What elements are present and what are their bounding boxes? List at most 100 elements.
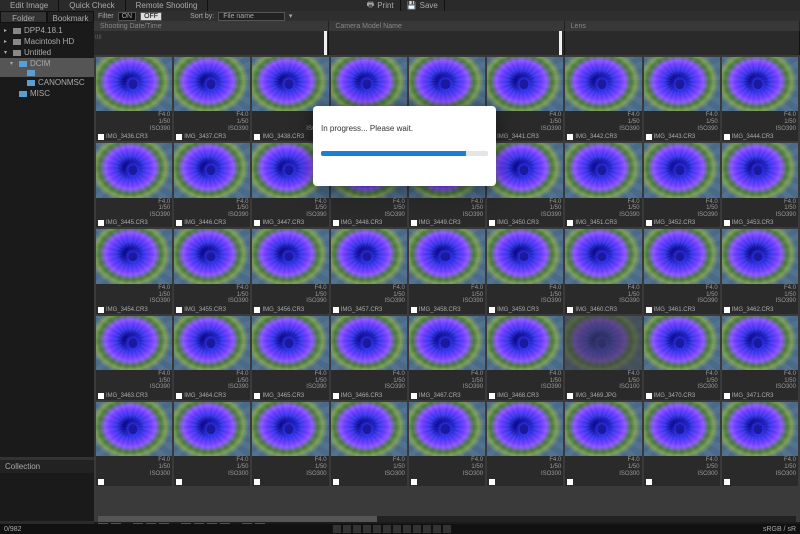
checkbox-icon[interactable]	[646, 479, 652, 485]
tree-item[interactable]: CANONMSC	[0, 77, 94, 88]
checkbox-icon[interactable]	[411, 479, 417, 485]
thumbnail[interactable]: F4.01/50ISO390IMG_3464.CR3	[174, 316, 250, 400]
tab-folder[interactable]: Folder	[0, 11, 47, 23]
checkbox-icon[interactable]	[333, 393, 339, 399]
checkbox-icon[interactable]	[724, 220, 730, 226]
thumbnail[interactable]: F4.01/50ISO390IMG_3441.CR3	[487, 57, 563, 141]
checkbox-icon[interactable]	[567, 307, 573, 313]
checkbox-icon[interactable]	[567, 220, 573, 226]
thumbnail[interactable]: F4.01/50ISO300	[331, 402, 407, 486]
thumbnail[interactable]: F4.01/50ISO390IMG_3460.CR3	[565, 229, 641, 313]
tree-item[interactable]: ▾DCIM	[0, 58, 94, 69]
thumbnail[interactable]: F4.01/50ISO390IMG_3455.CR3	[174, 229, 250, 313]
thumbnail[interactable]: F4.01/50ISO390IMG_3457.CR3	[331, 229, 407, 313]
thumbnail[interactable]: F4.01/50ISO390IMG_3451.CR3	[565, 143, 641, 227]
checkbox-icon[interactable]	[254, 393, 260, 399]
checkbox-icon[interactable]	[98, 220, 104, 226]
checkbox-icon[interactable]	[411, 220, 417, 226]
sort-col-lens[interactable]: Lens	[565, 21, 800, 31]
tree-item[interactable]: ▾Untitled	[0, 47, 94, 58]
thumbnail[interactable]: F4.01/50ISO390IMG_3468.CR3	[487, 316, 563, 400]
thumbnail[interactable]: F4.01/50ISO390IMG_3454.CR3	[96, 229, 172, 313]
thumbnail[interactable]: F4.01/50ISO300IMG_3471.CR3	[722, 316, 798, 400]
checkbox-icon[interactable]	[646, 393, 652, 399]
filter-off-toggle[interactable]: OFF	[140, 12, 162, 21]
print-button[interactable]: 🖶Print	[361, 0, 401, 11]
checkbox-icon[interactable]	[724, 479, 730, 485]
checkbox-icon[interactable]	[333, 307, 339, 313]
checkbox-icon[interactable]	[646, 307, 652, 313]
thumbnail[interactable]: F4.01/50ISO390IMG_3458.CR3	[409, 229, 485, 313]
edit-image-button[interactable]: Edit Image	[0, 0, 59, 11]
checkbox-icon[interactable]	[98, 307, 104, 313]
thumbnail[interactable]: F4.01/50ISO390IMG_3456.CR3	[252, 229, 328, 313]
remote-shooting-button[interactable]: Remote Shooting	[126, 0, 209, 11]
tree-item[interactable]: MISC	[0, 88, 94, 99]
checkbox-icon[interactable]	[176, 307, 182, 313]
tree-item[interactable]: ▸Macintosh HD	[0, 36, 94, 47]
thumbnail[interactable]: F4.01/50ISO390IMG_3459.CR3	[487, 229, 563, 313]
sort-dropdown-arrow-icon[interactable]: ▾	[289, 12, 293, 20]
checkbox-icon[interactable]	[489, 479, 495, 485]
thumbnail[interactable]: F4.01/50ISO390IMG_3462.CR3	[722, 229, 798, 313]
thumbnail[interactable]: F4.01/50ISO390IMG_3436.CR3	[96, 57, 172, 141]
thumbnail[interactable]: F4.01/50ISO390IMG_3453.CR3	[722, 143, 798, 227]
checkbox-icon[interactable]	[98, 479, 104, 485]
thumbnail[interactable]: F4.01/50ISO300	[174, 402, 250, 486]
checkbox-icon[interactable]	[254, 220, 260, 226]
checkbox-icon[interactable]	[254, 479, 260, 485]
thumbnail[interactable]: F4.01/50ISO390IMG_3442.CR3	[565, 57, 641, 141]
checkbox-icon[interactable]	[176, 134, 182, 140]
thumbnail[interactable]: F4.01/50ISO300	[409, 402, 485, 486]
sort-col-date[interactable]: Shooting Date/Time	[94, 21, 329, 31]
thumbnail[interactable]: F4.01/50ISO390IMG_3461.CR3	[644, 229, 720, 313]
quick-check-button[interactable]: Quick Check	[59, 0, 125, 11]
checkbox-icon[interactable]	[567, 134, 573, 140]
thumbnail[interactable]: F4.01/50ISO300	[722, 402, 798, 486]
checkbox-icon[interactable]	[724, 393, 730, 399]
checkbox-icon[interactable]	[176, 393, 182, 399]
thumbnail[interactable]: F4.01/50ISO390IMG_3446.CR3	[174, 143, 250, 227]
checkbox-icon[interactable]	[98, 393, 104, 399]
checkbox-icon[interactable]	[646, 134, 652, 140]
filter-on-toggle[interactable]: ON	[118, 12, 137, 21]
checkbox-icon[interactable]	[254, 307, 260, 313]
thumbnail[interactable]: F4.01/50ISO390IMG_3465.CR3	[252, 316, 328, 400]
checkbox-icon[interactable]	[333, 220, 339, 226]
thumbnail[interactable]: F4.01/50ISO390IMG_3450.CR3	[487, 143, 563, 227]
checkbox-icon[interactable]	[254, 134, 260, 140]
checkbox-icon[interactable]	[411, 393, 417, 399]
thumbnail[interactable]: F4.01/50ISO300	[96, 402, 172, 486]
tab-bookmark[interactable]: Bookmark	[47, 11, 94, 23]
thumbnail[interactable]: F4.01/50ISO300	[565, 402, 641, 486]
thumbnail[interactable]: F4.01/50ISO390IMG_3463.CR3	[96, 316, 172, 400]
checkbox-icon[interactable]	[724, 307, 730, 313]
thumbnail[interactable]: F4.01/50ISO390IMG_3437.CR3	[174, 57, 250, 141]
checkbox-icon[interactable]	[489, 220, 495, 226]
thumbnail[interactable]: F4.01/50ISO100IMG_3469.JPG	[565, 316, 641, 400]
tree-item[interactable]: ▸DPP4.18.1	[0, 25, 94, 36]
sort-dropdown[interactable]: File name	[218, 12, 285, 21]
thumbnail[interactable]: F4.01/50ISO300IMG_3470.CR3	[644, 316, 720, 400]
checkbox-icon[interactable]	[724, 134, 730, 140]
thumbnail[interactable]: F4.01/50ISO390IMG_3452.CR3	[644, 143, 720, 227]
sort-col-camera[interactable]: Camera Model Name	[329, 21, 564, 31]
checkbox-icon[interactable]	[567, 393, 573, 399]
checkbox-icon[interactable]	[98, 134, 104, 140]
thumbnail[interactable]: F4.01/50ISO390IMG_3466.CR3	[331, 316, 407, 400]
checkbox-icon[interactable]	[176, 220, 182, 226]
checkbox-icon[interactable]	[489, 307, 495, 313]
thumbnail[interactable]: F4.01/50ISO300	[644, 402, 720, 486]
thumbnail[interactable]: F4.01/50ISO390IMG_3445.CR3	[96, 143, 172, 227]
tree-item[interactable]	[0, 69, 94, 77]
thumbnail[interactable]: F4.01/50ISO390IMG_3467.CR3	[409, 316, 485, 400]
checkbox-icon[interactable]	[489, 393, 495, 399]
checkbox-icon[interactable]	[646, 220, 652, 226]
save-button[interactable]: 💾Save	[401, 0, 445, 11]
checkbox-icon[interactable]	[333, 479, 339, 485]
checkbox-icon[interactable]	[176, 479, 182, 485]
thumbnail[interactable]: F4.01/50ISO300	[252, 402, 328, 486]
checkbox-icon[interactable]	[411, 307, 417, 313]
checkbox-icon[interactable]	[567, 479, 573, 485]
thumbnail[interactable]: F4.01/50ISO390IMG_3443.CR3	[644, 57, 720, 141]
